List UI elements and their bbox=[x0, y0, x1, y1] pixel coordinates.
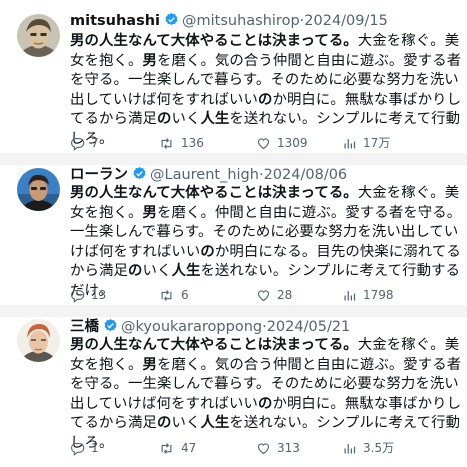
reply-icon bbox=[70, 136, 85, 151]
heart-icon bbox=[256, 136, 271, 151]
retweet-icon bbox=[158, 136, 175, 151]
retweet-button[interactable]: 136 bbox=[158, 134, 204, 152]
reply-button[interactable]: 1 bbox=[70, 439, 99, 457]
reply-button[interactable]: 7 bbox=[70, 134, 99, 152]
tweet[interactable]: 三橋 @kyoukararoppong·2024/05/21 男の人生なんて大体や… bbox=[0, 317, 467, 467]
like-count: 313 bbox=[277, 441, 300, 455]
views-button[interactable]: 1798 bbox=[342, 286, 394, 304]
heart-icon bbox=[256, 288, 271, 303]
tweet-date[interactable]: 2024/05/21 bbox=[267, 319, 351, 335]
like-count: 28 bbox=[277, 288, 293, 302]
views-count: 1798 bbox=[363, 288, 394, 302]
avatar[interactable] bbox=[17, 14, 60, 57]
tweet[interactable]: ローラン @Laurent_high·2024/08/06 男の人生なんて大体やる… bbox=[0, 165, 467, 305]
views-icon bbox=[342, 441, 357, 456]
retweet-icon bbox=[158, 288, 175, 303]
retweet-count: 47 bbox=[181, 441, 197, 455]
action-bar: 7 136 1309 17万 bbox=[70, 134, 450, 152]
verified-badge-icon bbox=[164, 12, 179, 31]
retweet-button[interactable]: 47 bbox=[158, 439, 196, 457]
reply-icon bbox=[70, 441, 85, 456]
tweet-text: 男の人生なんて大体やることは決まってる。大金を稼ぐ。美女を抱く。男を磨く。仲間と… bbox=[70, 185, 462, 299]
views-button[interactable]: 3.5万 bbox=[342, 439, 394, 457]
heart-icon bbox=[256, 441, 271, 456]
tweet-separator bbox=[0, 153, 467, 165]
reply-button[interactable]: 13 bbox=[70, 286, 106, 304]
tweet-date[interactable]: 2024/08/06 bbox=[264, 167, 348, 183]
tweet[interactable]: mitsuhashi @mitsuhashirop·2024/09/15 男の人生… bbox=[0, 0, 467, 153]
action-bar: 13 6 28 1798 bbox=[70, 286, 450, 304]
avatar[interactable] bbox=[17, 319, 60, 362]
display-name[interactable]: mitsuhashi bbox=[70, 13, 160, 29]
retweet-icon bbox=[158, 441, 175, 456]
display-name[interactable]: 三橋 bbox=[70, 319, 99, 335]
like-button[interactable]: 1309 bbox=[256, 134, 308, 152]
tweet-separator bbox=[0, 305, 467, 317]
like-button[interactable]: 313 bbox=[256, 439, 300, 457]
handle[interactable]: @Laurent_high bbox=[150, 167, 259, 183]
verified-badge-icon bbox=[132, 166, 147, 185]
retweet-count: 136 bbox=[181, 136, 204, 150]
tweet-text: 男の人生なんて大体やることは決まってる。大金を稼ぐ。美女を抱く。男を磨く。気の合… bbox=[70, 337, 462, 451]
like-button[interactable]: 28 bbox=[256, 286, 292, 304]
verified-badge-icon bbox=[103, 318, 118, 337]
handle[interactable]: @mitsuhashirop bbox=[182, 13, 300, 29]
handle[interactable]: @kyoukararoppong bbox=[121, 319, 262, 335]
views-icon bbox=[342, 288, 357, 303]
reply-count: 13 bbox=[91, 288, 107, 302]
reply-icon bbox=[70, 288, 85, 303]
action-bar: 1 47 313 3.5万 bbox=[70, 439, 450, 457]
display-name[interactable]: ローラン bbox=[70, 167, 128, 183]
retweet-count: 6 bbox=[181, 288, 189, 302]
reply-count: 7 bbox=[91, 136, 99, 150]
like-count: 1309 bbox=[277, 136, 308, 150]
reply-count: 1 bbox=[91, 441, 99, 455]
retweet-button[interactable]: 6 bbox=[158, 286, 189, 304]
tweet-text: 男の人生なんて大体やることは決まってる。大金を稼ぐ。美女を抱く。男を磨く。気の合… bbox=[70, 33, 462, 147]
views-icon bbox=[342, 136, 357, 151]
views-button[interactable]: 17万 bbox=[342, 134, 390, 152]
views-count: 3.5万 bbox=[363, 441, 395, 455]
avatar[interactable] bbox=[17, 168, 60, 211]
tweet-feed: mitsuhashi @mitsuhashirop·2024/09/15 男の人生… bbox=[0, 0, 467, 467]
tweet-date[interactable]: 2024/09/15 bbox=[304, 13, 388, 29]
views-count: 17万 bbox=[363, 136, 391, 150]
